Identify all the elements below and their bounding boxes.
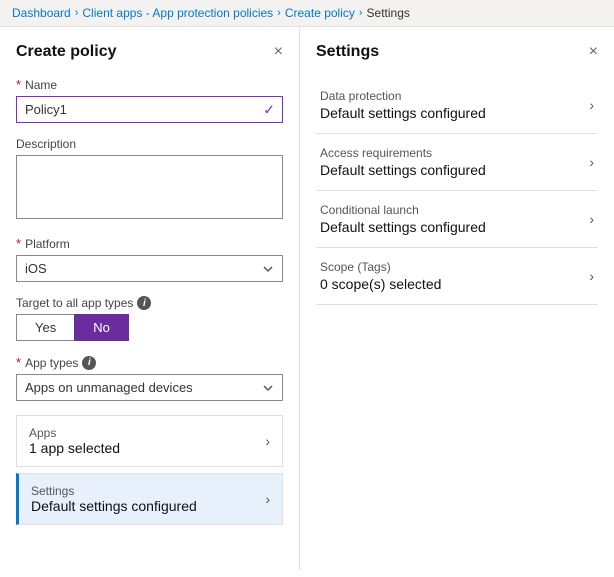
main-content: Create policy × * Name ✓ Description *	[0, 27, 614, 570]
breadcrumb-settings: Settings	[367, 6, 410, 20]
left-panel-close-button[interactable]: ×	[274, 44, 283, 60]
target-no-button[interactable]: No	[74, 314, 129, 341]
platform-select[interactable]: iOS Android Windows	[16, 255, 283, 282]
apps-nav-subtitle: 1 app selected	[29, 440, 120, 456]
scope-tags-title: Scope (Tags)	[320, 260, 441, 274]
left-panel-header: Create policy ×	[16, 43, 283, 61]
scope-tags-item[interactable]: Scope (Tags) 0 scope(s) selected ›	[316, 248, 598, 305]
scope-tags-chevron-icon: ›	[589, 268, 594, 284]
platform-required-star: *	[16, 236, 21, 251]
breadcrumb-client-apps[interactable]: Client apps - App protection policies	[82, 6, 273, 20]
access-requirements-title: Access requirements	[320, 146, 486, 160]
name-required-star: *	[16, 77, 21, 92]
apps-nav-title: Apps	[29, 426, 120, 440]
name-input-wrapper: ✓	[16, 96, 283, 123]
conditional-launch-subtitle: Default settings configured	[320, 219, 486, 235]
settings-nav-title: Settings	[31, 484, 197, 498]
platform-field-group: * Platform iOS Android Windows	[16, 236, 283, 282]
settings-chevron-icon: ›	[265, 491, 270, 507]
target-info-icon[interactable]: i	[137, 296, 151, 310]
access-requirements-item[interactable]: Access requirements Default settings con…	[316, 134, 598, 191]
data-protection-title: Data protection	[320, 89, 486, 103]
scope-tags-content: Scope (Tags) 0 scope(s) selected	[320, 260, 441, 292]
conditional-launch-content: Conditional launch Default settings conf…	[320, 203, 486, 235]
apps-nav-item[interactable]: Apps 1 app selected ›	[16, 415, 283, 467]
left-panel-title: Create policy	[16, 43, 116, 61]
data-protection-chevron-icon: ›	[589, 97, 594, 113]
app-types-label: * App types i	[16, 355, 283, 370]
settings-nav-item[interactable]: Settings Default settings configured ›	[16, 473, 283, 525]
breadcrumb-create-policy[interactable]: Create policy	[285, 6, 355, 20]
left-panel: Create policy × * Name ✓ Description *	[0, 27, 300, 570]
name-check-icon: ✓	[263, 101, 275, 118]
breadcrumb-sep-3: ›	[359, 7, 363, 19]
description-label: Description	[16, 137, 283, 151]
target-toggle-label: Target to all app types i	[16, 296, 283, 310]
access-requirements-content: Access requirements Default settings con…	[320, 146, 486, 178]
breadcrumb-sep-2: ›	[277, 7, 281, 19]
data-protection-item[interactable]: Data protection Default settings configu…	[316, 77, 598, 134]
name-input[interactable]	[16, 96, 283, 123]
name-field-group: * Name ✓	[16, 77, 283, 123]
conditional-launch-chevron-icon: ›	[589, 211, 594, 227]
breadcrumb-dashboard[interactable]: Dashboard	[12, 6, 71, 20]
breadcrumb: Dashboard › Client apps - App protection…	[0, 0, 614, 27]
data-protection-subtitle: Default settings configured	[320, 105, 486, 121]
description-field-group: Description	[16, 137, 283, 222]
description-input[interactable]	[16, 155, 283, 219]
apps-chevron-icon: ›	[265, 433, 270, 449]
app-types-required-star: *	[16, 355, 21, 370]
right-panel-close-button[interactable]: ×	[589, 44, 598, 60]
right-panel: Settings × Data protection Default setti…	[300, 27, 614, 570]
access-requirements-subtitle: Default settings configured	[320, 162, 486, 178]
breadcrumb-sep-1: ›	[75, 7, 79, 19]
conditional-launch-title: Conditional launch	[320, 203, 486, 217]
scope-tags-subtitle: 0 scope(s) selected	[320, 276, 441, 292]
app-types-info-icon[interactable]: i	[82, 356, 96, 370]
app-types-select[interactable]: Apps on unmanaged devices All apps	[16, 374, 283, 401]
conditional-launch-item[interactable]: Conditional launch Default settings conf…	[316, 191, 598, 248]
platform-label: * Platform	[16, 236, 283, 251]
right-panel-header: Settings ×	[316, 43, 598, 61]
settings-nav-subtitle: Default settings configured	[31, 498, 197, 514]
settings-nav-content: Settings Default settings configured	[31, 484, 197, 514]
app-types-field-group: * App types i Apps on unmanaged devices …	[16, 355, 283, 401]
access-requirements-chevron-icon: ›	[589, 154, 594, 170]
target-yes-button[interactable]: Yes	[16, 314, 74, 341]
apps-nav-content: Apps 1 app selected	[29, 426, 120, 456]
right-panel-title: Settings	[316, 43, 379, 61]
target-toggle-group: Target to all app types i Yes No	[16, 296, 283, 341]
name-label: * Name	[16, 77, 283, 92]
target-toggle: Yes No	[16, 314, 283, 341]
data-protection-content: Data protection Default settings configu…	[320, 89, 486, 121]
